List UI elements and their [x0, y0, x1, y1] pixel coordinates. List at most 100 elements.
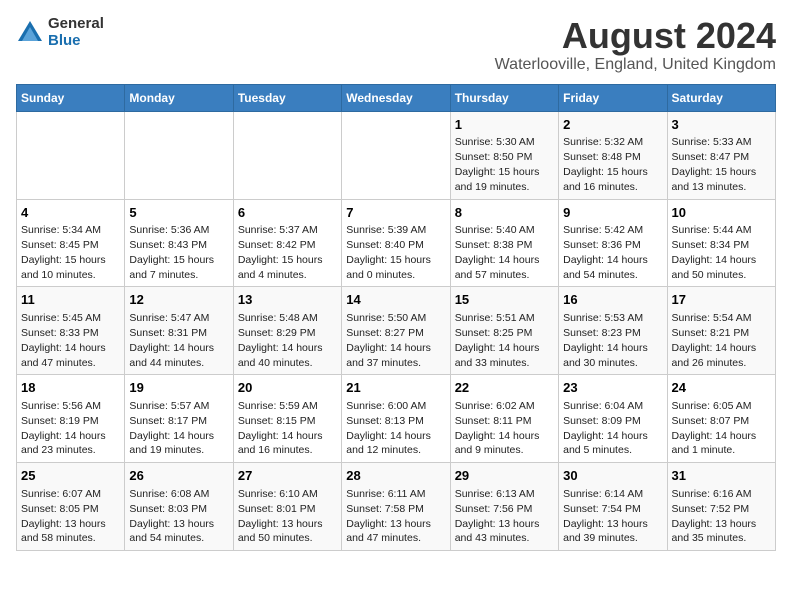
calendar-cell: 4Sunrise: 5:34 AM Sunset: 8:45 PM Daylig…	[17, 199, 125, 287]
day-number: 20	[238, 379, 337, 397]
day-number: 24	[672, 379, 771, 397]
day-number: 26	[129, 467, 228, 485]
day-number: 22	[455, 379, 554, 397]
day-info: Sunrise: 5:39 AM Sunset: 8:40 PM Dayligh…	[346, 224, 431, 281]
calendar-cell: 6 Sunrise: 5:37 AM Sunset: 8:42 PM Daylig…	[233, 199, 341, 287]
day-number: 27	[238, 467, 337, 485]
day-number: 5	[129, 204, 228, 222]
day-number: 16	[563, 291, 662, 309]
day-info: Sunrise: 5:48 AM Sunset: 8:29 PM Dayligh…	[238, 312, 323, 369]
header-monday: Monday	[125, 84, 233, 111]
day-info: Sunrise: 5:36 AM Sunset: 8:43 PM Dayligh…	[129, 224, 214, 281]
calendar-cell: 18 Sunrise: 5:56 AM Sunset: 8:19 PM Dayli…	[17, 375, 125, 463]
calendar-week-1: 1 Sunrise: 5:30 AM Sunset: 8:50 PM Daylig…	[17, 111, 776, 199]
calendar-week-5: 25 Sunrise: 6:07 AM Sunset: 8:05 PM Dayli…	[17, 463, 776, 551]
day-info: Sunrise: 5:47 AM Sunset: 8:31 PM Dayligh…	[129, 312, 214, 369]
day-number: 28	[346, 467, 445, 485]
day-info: Sunrise: 5:34 AM Sunset: 8:45 PM Dayligh…	[21, 224, 106, 281]
logo-icon	[16, 19, 44, 47]
calendar-week-2: 4Sunrise: 5:34 AM Sunset: 8:45 PM Daylig…	[17, 199, 776, 287]
day-number: 6	[238, 204, 337, 222]
day-info: Sunrise: 5:40 AM Sunset: 8:38 PM Dayligh…	[455, 224, 540, 281]
calendar-cell: 29 Sunrise: 6:13 AM Sunset: 7:56 PM Dayli…	[450, 463, 558, 551]
header-saturday: Saturday	[667, 84, 775, 111]
day-number: 30	[563, 467, 662, 485]
calendar-cell: 19 Sunrise: 5:57 AM Sunset: 8:17 PM Dayli…	[125, 375, 233, 463]
day-info: Sunrise: 5:59 AM Sunset: 8:15 PM Dayligh…	[238, 400, 323, 457]
calendar-cell: 22 Sunrise: 6:02 AM Sunset: 8:11 PM Dayli…	[450, 375, 558, 463]
calendar-cell: 30 Sunrise: 6:14 AM Sunset: 7:54 PM Dayli…	[559, 463, 667, 551]
calendar-cell	[17, 111, 125, 199]
day-number: 31	[672, 467, 771, 485]
calendar-cell: 16 Sunrise: 5:53 AM Sunset: 8:23 PM Dayli…	[559, 287, 667, 375]
day-number: 9	[563, 204, 662, 222]
page-header: General Blue August 2024 Waterlooville, …	[16, 16, 776, 74]
calendar-cell: 10 Sunrise: 5:44 AM Sunset: 8:34 PM Dayli…	[667, 199, 775, 287]
page-subtitle: Waterlooville, England, United Kingdom	[495, 56, 776, 74]
calendar-cell: 20 Sunrise: 5:59 AM Sunset: 8:15 PM Dayli…	[233, 375, 341, 463]
calendar-week-4: 18 Sunrise: 5:56 AM Sunset: 8:19 PM Dayli…	[17, 375, 776, 463]
day-info: Sunrise: 5:54 AM Sunset: 8:21 PM Dayligh…	[672, 312, 757, 369]
day-number: 25	[21, 467, 120, 485]
header-sunday: Sunday	[17, 84, 125, 111]
day-number: 2	[563, 116, 662, 134]
day-info: Sunrise: 5:51 AM Sunset: 8:25 PM Dayligh…	[455, 312, 540, 369]
calendar-cell: 24 Sunrise: 6:05 AM Sunset: 8:07 PM Dayli…	[667, 375, 775, 463]
header-thursday: Thursday	[450, 84, 558, 111]
page-title: August 2024	[495, 16, 776, 56]
day-number: 1	[455, 116, 554, 134]
day-info: Sunrise: 6:08 AM Sunset: 8:03 PM Dayligh…	[129, 488, 214, 545]
calendar-cell: 25 Sunrise: 6:07 AM Sunset: 8:05 PM Dayli…	[17, 463, 125, 551]
day-info: Sunrise: 5:53 AM Sunset: 8:23 PM Dayligh…	[563, 312, 648, 369]
logo-text: General Blue	[48, 16, 104, 49]
calendar-cell: 23Sunrise: 6:04 AM Sunset: 8:09 PM Dayli…	[559, 375, 667, 463]
day-info: Sunrise: 6:07 AM Sunset: 8:05 PM Dayligh…	[21, 488, 106, 545]
day-info: Sunrise: 5:44 AM Sunset: 8:34 PM Dayligh…	[672, 224, 757, 281]
calendar-header-row: SundayMondayTuesdayWednesdayThursdayFrid…	[17, 84, 776, 111]
calendar-cell: 1 Sunrise: 5:30 AM Sunset: 8:50 PM Daylig…	[450, 111, 558, 199]
calendar-cell: 14Sunrise: 5:50 AM Sunset: 8:27 PM Dayli…	[342, 287, 450, 375]
day-number: 23	[563, 379, 662, 397]
day-info: Sunrise: 6:11 AM Sunset: 7:58 PM Dayligh…	[346, 488, 431, 545]
calendar-cell: 17 Sunrise: 5:54 AM Sunset: 8:21 PM Dayli…	[667, 287, 775, 375]
day-info: Sunrise: 5:33 AM Sunset: 8:47 PM Dayligh…	[672, 136, 757, 193]
day-number: 19	[129, 379, 228, 397]
day-info: Sunrise: 6:10 AM Sunset: 8:01 PM Dayligh…	[238, 488, 323, 545]
header-wednesday: Wednesday	[342, 84, 450, 111]
day-info: Sunrise: 6:13 AM Sunset: 7:56 PM Dayligh…	[455, 488, 540, 545]
day-info: Sunrise: 5:57 AM Sunset: 8:17 PM Dayligh…	[129, 400, 214, 457]
calendar-cell: 3 Sunrise: 5:33 AM Sunset: 8:47 PM Daylig…	[667, 111, 775, 199]
header-tuesday: Tuesday	[233, 84, 341, 111]
day-info: Sunrise: 6:14 AM Sunset: 7:54 PM Dayligh…	[563, 488, 648, 545]
calendar-cell: 11 Sunrise: 5:45 AM Sunset: 8:33 PM Dayli…	[17, 287, 125, 375]
day-number: 17	[672, 291, 771, 309]
day-info: Sunrise: 6:16 AM Sunset: 7:52 PM Dayligh…	[672, 488, 757, 545]
day-info: Sunrise: 5:37 AM Sunset: 8:42 PM Dayligh…	[238, 224, 323, 281]
calendar-cell: 12Sunrise: 5:47 AM Sunset: 8:31 PM Dayli…	[125, 287, 233, 375]
calendar-table: SundayMondayTuesdayWednesdayThursdayFrid…	[16, 84, 776, 552]
day-number: 29	[455, 467, 554, 485]
day-number: 14	[346, 291, 445, 309]
day-info: Sunrise: 6:05 AM Sunset: 8:07 PM Dayligh…	[672, 400, 757, 457]
day-info: Sunrise: 5:42 AM Sunset: 8:36 PM Dayligh…	[563, 224, 648, 281]
calendar-cell	[125, 111, 233, 199]
calendar-cell: 26 Sunrise: 6:08 AM Sunset: 8:03 PM Dayli…	[125, 463, 233, 551]
calendar-cell: 9 Sunrise: 5:42 AM Sunset: 8:36 PM Daylig…	[559, 199, 667, 287]
calendar-cell: 8Sunrise: 5:40 AM Sunset: 8:38 PM Daylig…	[450, 199, 558, 287]
day-number: 10	[672, 204, 771, 222]
calendar-cell: 7Sunrise: 5:39 AM Sunset: 8:40 PM Daylig…	[342, 199, 450, 287]
day-number: 18	[21, 379, 120, 397]
calendar-cell	[342, 111, 450, 199]
day-info: Sunrise: 5:30 AM Sunset: 8:50 PM Dayligh…	[455, 136, 540, 193]
calendar-cell: 31 Sunrise: 6:16 AM Sunset: 7:52 PM Dayli…	[667, 463, 775, 551]
calendar-cell: 2 Sunrise: 5:32 AM Sunset: 8:48 PM Daylig…	[559, 111, 667, 199]
day-number: 11	[21, 291, 120, 309]
day-info: Sunrise: 5:45 AM Sunset: 8:33 PM Dayligh…	[21, 312, 106, 369]
day-number: 13	[238, 291, 337, 309]
calendar-cell: 5 Sunrise: 5:36 AM Sunset: 8:43 PM Daylig…	[125, 199, 233, 287]
day-info: Sunrise: 5:32 AM Sunset: 8:48 PM Dayligh…	[563, 136, 648, 193]
calendar-cell: 28 Sunrise: 6:11 AM Sunset: 7:58 PM Dayli…	[342, 463, 450, 551]
day-info: Sunrise: 6:02 AM Sunset: 8:11 PM Dayligh…	[455, 400, 540, 457]
day-number: 3	[672, 116, 771, 134]
day-info: Sunrise: 5:56 AM Sunset: 8:19 PM Dayligh…	[21, 400, 106, 457]
